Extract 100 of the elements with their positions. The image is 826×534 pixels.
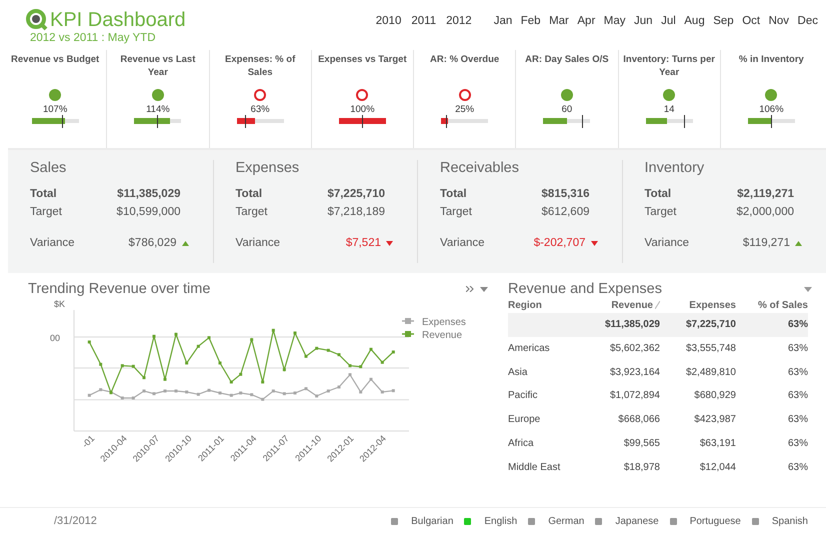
table-cell: Asia — [508, 366, 528, 378]
axis-unit-label: $K — [54, 299, 66, 310]
language-checkbox[interactable] — [391, 518, 398, 525]
month-filter[interactable]: Nov — [768, 15, 790, 50]
language-checkbox[interactable] — [528, 518, 536, 525]
kpi-title: Revenue vs Last Year — [119, 52, 196, 80]
month-filter[interactable]: Jul — [661, 15, 676, 50]
table-cell: $423,987 — [694, 414, 736, 426]
kpi-title: Expenses vs Target — [317, 52, 408, 66]
row-label: Target — [440, 205, 472, 220]
kpi-value: 25% — [455, 104, 474, 114]
section-title: Receivables — [440, 160, 520, 176]
table-cell: $12,044 — [700, 462, 736, 473]
column-header[interactable]: Region — [508, 300, 542, 311]
language-checkbox[interactable] — [464, 518, 472, 525]
kpi-title: Revenue vs Budget — [10, 52, 100, 66]
table-cell: Africa — [508, 438, 534, 449]
language-option[interactable]: Japanese — [615, 516, 659, 527]
axis-tick-label: -01 — [80, 433, 96, 450]
dropdown-caret-icon[interactable] — [480, 286, 488, 292]
section-title: Expenses — [236, 160, 300, 176]
month-filter[interactable]: Apr — [577, 15, 596, 50]
total-value: $7,225,710 — [327, 187, 385, 202]
total-value: $815,316 — [542, 187, 590, 202]
table-cell: 63% — [788, 462, 808, 473]
year-filter[interactable]: 2010 — [376, 15, 402, 50]
table-title: Revenue and Expenses — [508, 281, 662, 298]
total-cell: $7,225,710 — [686, 319, 736, 330]
month-filter[interactable]: Aug — [684, 15, 705, 50]
forward-icon[interactable] — [466, 286, 474, 292]
legend-label: Revenue — [422, 330, 462, 342]
variance-value: $7,521 — [346, 236, 381, 252]
total-value: $11,385,029 — [117, 187, 180, 202]
variance-value: $119,271 — [742, 236, 790, 252]
month-filter[interactable]: Oct — [742, 15, 760, 50]
table-cell: $5,602,362 — [610, 343, 660, 354]
row-label: Variance — [644, 236, 690, 252]
kpi-value: 106% — [759, 104, 784, 114]
row-label: Variance — [30, 236, 75, 252]
table-cell: $1,072,894 — [610, 390, 660, 402]
variance-value: $786,029 — [128, 236, 176, 252]
language-checkbox[interactable] — [670, 518, 677, 525]
dashboard-subtitle: 2012 vs 2011 : May YTD — [30, 32, 157, 44]
row-label: Target — [236, 205, 268, 220]
table-cell: $3,923,164 — [610, 366, 660, 378]
year-filter[interactable]: 2011 — [411, 15, 436, 50]
date-label: /31/2012 — [54, 515, 97, 528]
year-filter[interactable]: 2012 — [446, 15, 472, 50]
month-filter[interactable]: Mar — [549, 15, 569, 50]
row-label: Target — [30, 205, 62, 220]
kpi-value: 107% — [42, 104, 68, 114]
target-value: $7,218,189 — [327, 205, 385, 220]
language-checkbox[interactable] — [752, 518, 759, 525]
kpi-title: % in Inventory — [738, 52, 805, 66]
month-filter[interactable]: May — [604, 15, 626, 50]
table-cell: 63% — [788, 438, 808, 449]
table-cell: Middle East — [508, 462, 560, 473]
month-filter[interactable]: Jan — [494, 15, 512, 50]
total-value: $2,119,271 — [737, 187, 794, 202]
language-option[interactable]: Bulgarian — [411, 516, 454, 527]
language-option[interactable]: Spanish — [772, 516, 808, 527]
month-filter[interactable]: Jun — [634, 15, 653, 50]
dashboard-title: KPI Dashboard — [50, 8, 186, 32]
column-header[interactable]: % of Sales — [758, 300, 808, 311]
table-cell: $680,929 — [694, 390, 736, 402]
month-filter[interactable]: Dec — [798, 15, 818, 50]
table-cell: $2,489,810 — [686, 366, 736, 378]
table-cell: 63% — [788, 414, 808, 426]
language-option[interactable]: Portuguese — [690, 516, 741, 527]
table-cell: $99,565 — [624, 438, 660, 449]
language-checkbox[interactable] — [595, 518, 602, 525]
sort-icon[interactable] — [655, 301, 660, 310]
table-cell: $63,191 — [700, 438, 736, 449]
kpi-title: AR: % Overdue — [429, 52, 500, 66]
row-label: Total — [644, 187, 672, 202]
target-value: $10,599,000 — [116, 205, 180, 220]
language-option[interactable]: German — [548, 516, 584, 527]
table-cell: $18,978 — [624, 462, 660, 473]
column-header[interactable]: Revenue — [611, 300, 653, 311]
target-value: $612,609 — [542, 205, 590, 220]
row-label: Target — [644, 205, 676, 220]
logo-icon — [26, 9, 48, 31]
dropdown-caret-icon[interactable] — [804, 286, 812, 292]
month-filter[interactable]: Sep — [713, 15, 734, 50]
section-title: Inventory — [644, 160, 706, 176]
section-title: Sales — [30, 160, 68, 176]
row-label: Total — [236, 187, 262, 202]
kpi-value: 60 — [562, 104, 572, 114]
language-option[interactable]: English — [484, 516, 518, 527]
month-filter[interactable]: Feb — [520, 15, 541, 50]
table-cell: $3,555,748 — [686, 343, 736, 354]
kpi-value: 114% — [146, 104, 170, 114]
kpi-value: 14 — [664, 104, 674, 114]
total-cell: 63% — [788, 319, 808, 330]
column-header[interactable]: Expenses — [689, 300, 736, 311]
kpi-title: AR: Day Sales O/S — [524, 52, 610, 66]
table-cell: Pacific — [508, 390, 538, 402]
target-value: $2,000,000 — [736, 205, 794, 220]
table-cell: Americas — [508, 343, 550, 354]
table-cell: Europe — [508, 414, 540, 426]
